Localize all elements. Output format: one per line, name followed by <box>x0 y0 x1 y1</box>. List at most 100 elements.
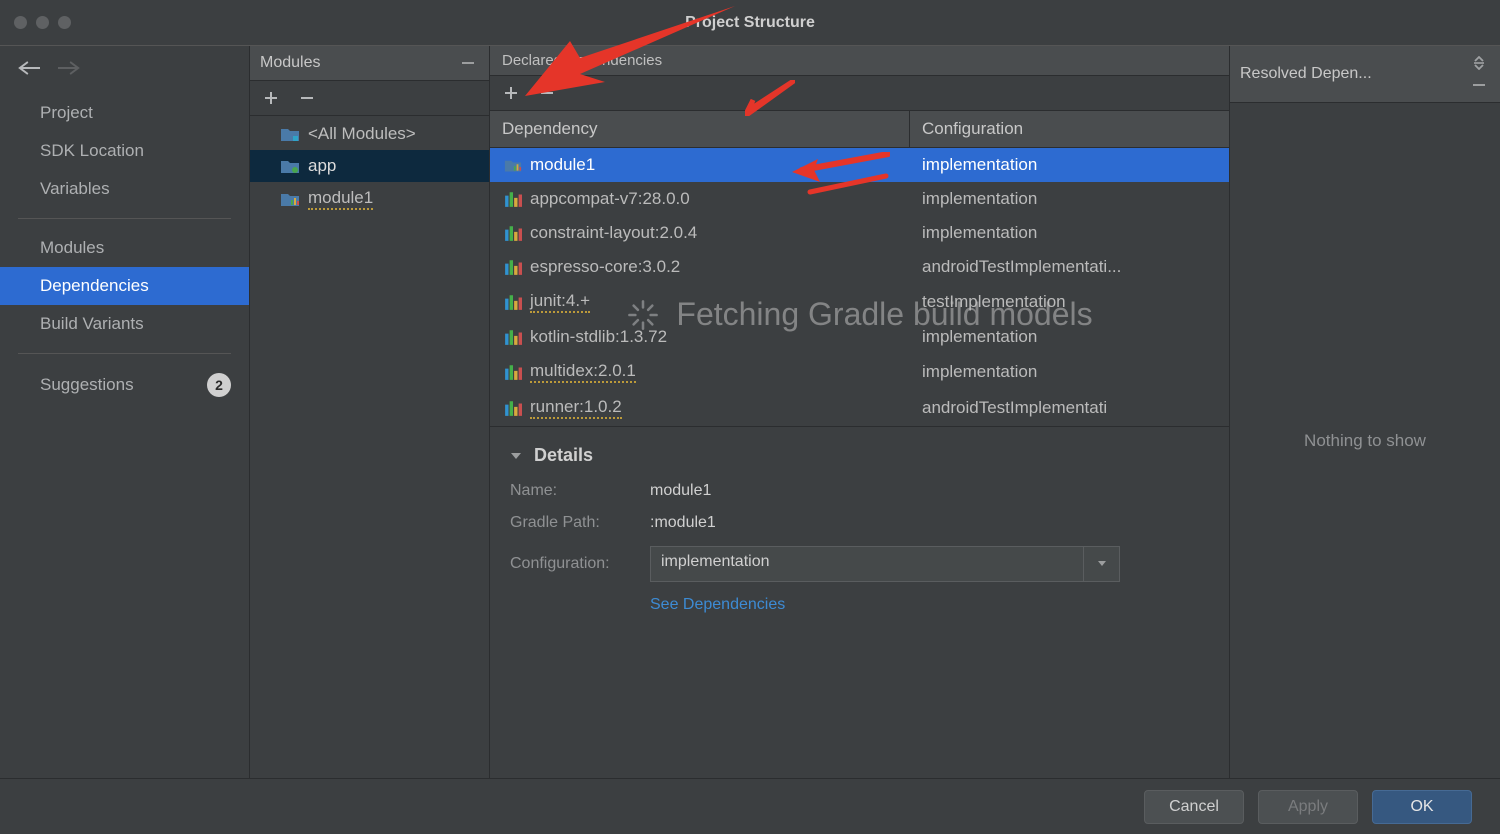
details-header[interactable]: Details <box>510 445 1209 466</box>
dependency-name: appcompat-v7:28.0.0 <box>530 189 690 209</box>
col-configuration[interactable]: Configuration <box>910 111 1229 147</box>
cancel-button[interactable]: Cancel <box>1144 790 1244 824</box>
nav-build-variants[interactable]: Build Variants <box>0 305 249 343</box>
dependency-config: implementation <box>910 216 1229 250</box>
declared-deps-title: Declared Dependencies <box>490 46 1229 76</box>
module-icon <box>504 157 522 173</box>
dependency-config: implementation <box>910 148 1229 182</box>
module-label: <All Modules> <box>308 124 416 144</box>
dependency-row[interactable]: kotlin-stdlib:1.3.72 implementation <box>490 320 1229 354</box>
dependency-config: implementation <box>910 182 1229 216</box>
dependency-row[interactable]: espresso-core:3.0.2 androidTestImplementa… <box>490 250 1229 284</box>
dependency-name: multidex:2.0.1 <box>530 361 636 383</box>
forward-icon <box>58 60 80 76</box>
empty-text: Nothing to show <box>1304 431 1426 451</box>
module-list: <All Modules> app module1 <box>250 116 489 216</box>
deps-table-header: Dependency Configuration <box>490 111 1229 148</box>
deps-table: module1implementationappcompat-v7:28.0.0… <box>490 148 1229 426</box>
dependency-name: constraint-layout:2.0.4 <box>530 223 697 243</box>
dependency-config: androidTestImplementati... <box>910 250 1229 284</box>
apply-button[interactable]: Apply <box>1258 790 1358 824</box>
add-module-button[interactable] <box>260 87 282 109</box>
nav-dependencies[interactable]: Dependencies <box>0 267 249 305</box>
dependency-name: junit:4.+ <box>530 291 590 313</box>
nav-label: Dependencies <box>40 276 149 295</box>
dependency-row[interactable]: constraint-layout:2.0.4 implementation <box>490 216 1229 250</box>
library-icon <box>504 259 522 275</box>
nav-label: Build Variants <box>40 314 144 333</box>
dependency-config: testImplementation <box>910 285 1229 319</box>
title-bar: Project Structure <box>0 0 1500 46</box>
detail-path-label: Gradle Path: <box>510 514 650 532</box>
ok-button[interactable]: OK <box>1372 790 1472 824</box>
dependency-row[interactable]: junit:4.+ testImplementation <box>490 284 1229 320</box>
nav-label: SDK Location <box>40 141 144 160</box>
dependency-name: module1 <box>530 155 595 175</box>
col-dependency[interactable]: Dependency <box>490 111 910 147</box>
window-controls <box>0 16 71 29</box>
detail-path-value: :module1 <box>650 514 1209 532</box>
close-window-icon[interactable] <box>14 16 27 29</box>
suggestions-badge: 2 <box>207 373 231 397</box>
module-module1[interactable]: module1 <box>250 182 489 216</box>
window-title: Project Structure <box>0 14 1500 32</box>
sidebar-nav: Project SDK Location Variables Modules D… <box>0 46 250 778</box>
nav-sdk-location[interactable]: SDK Location <box>0 132 249 170</box>
configuration-select[interactable]: implementation <box>650 546 1120 582</box>
library-icon <box>504 364 522 380</box>
dependency-row[interactable]: appcompat-v7:28.0.0 implementation <box>490 182 1229 216</box>
button-label: Apply <box>1288 798 1328 816</box>
library-icon <box>504 329 522 345</box>
nav-label: Modules <box>40 238 104 257</box>
module-app[interactable]: app <box>250 150 489 182</box>
dependency-name: kotlin-stdlib:1.3.72 <box>530 327 667 347</box>
bottom-bar: Cancel Apply OK <box>0 778 1500 834</box>
divider <box>18 218 231 219</box>
select-value: implementation <box>651 547 1083 581</box>
dependency-name: runner:1.0.2 <box>530 397 622 419</box>
dependency-config: androidTestImplementati <box>910 391 1229 425</box>
remove-dependency-button[interactable] <box>536 82 558 104</box>
button-label: OK <box>1410 798 1433 816</box>
remove-module-button[interactable] <box>296 87 318 109</box>
nav-suggestions[interactable]: Suggestions 2 <box>0 364 249 406</box>
module-all[interactable]: <All Modules> <box>250 118 489 150</box>
minimize-panel-icon[interactable] <box>1468 74 1490 96</box>
details-section: Details Name: module1 Gradle Path: :modu… <box>490 426 1229 624</box>
minimize-panel-icon[interactable] <box>457 52 479 74</box>
back-icon[interactable] <box>18 60 40 76</box>
chevron-down-icon <box>1083 547 1119 581</box>
chevron-down-icon <box>510 450 522 462</box>
see-dependencies-link[interactable]: See Dependencies <box>650 596 785 613</box>
dependency-config: implementation <box>910 355 1229 389</box>
library-icon <box>504 400 522 416</box>
modules-title: Modules <box>260 54 320 72</box>
modules-panel: Modules <All Modules> <box>250 46 490 778</box>
add-dependency-button[interactable] <box>500 82 522 104</box>
zoom-window-icon[interactable] <box>58 16 71 29</box>
library-icon <box>504 294 522 310</box>
minimize-window-icon[interactable] <box>36 16 49 29</box>
divider <box>18 353 231 354</box>
resolved-header: Resolved Depen... <box>1230 46 1500 103</box>
details-title: Details <box>534 445 593 466</box>
expand-collapse-icon[interactable] <box>1468 52 1490 74</box>
dependency-row[interactable]: runner:1.0.2 androidTestImplementati <box>490 390 1229 426</box>
button-label: Cancel <box>1169 798 1219 816</box>
detail-config-label: Configuration: <box>510 555 650 573</box>
nav-modules[interactable]: Modules <box>0 229 249 267</box>
nav-project[interactable]: Project <box>0 94 249 132</box>
library-icon <box>504 225 522 241</box>
detail-name-label: Name: <box>510 482 650 500</box>
nav-label: Suggestions <box>40 375 134 395</box>
dependency-row[interactable]: multidex:2.0.1 implementation <box>490 354 1229 390</box>
dependency-config: implementation <box>910 320 1229 354</box>
folder-icon <box>280 191 300 207</box>
module-label: module1 <box>308 188 373 210</box>
dependency-row[interactable]: module1 implementation <box>490 148 1229 182</box>
resolved-title: Resolved Depen... <box>1240 65 1372 83</box>
folder-icon <box>280 158 300 174</box>
dependency-name: espresso-core:3.0.2 <box>530 257 680 277</box>
nav-variables[interactable]: Variables <box>0 170 249 208</box>
resolved-panel: Resolved Depen... Nothing to show <box>1230 46 1500 778</box>
